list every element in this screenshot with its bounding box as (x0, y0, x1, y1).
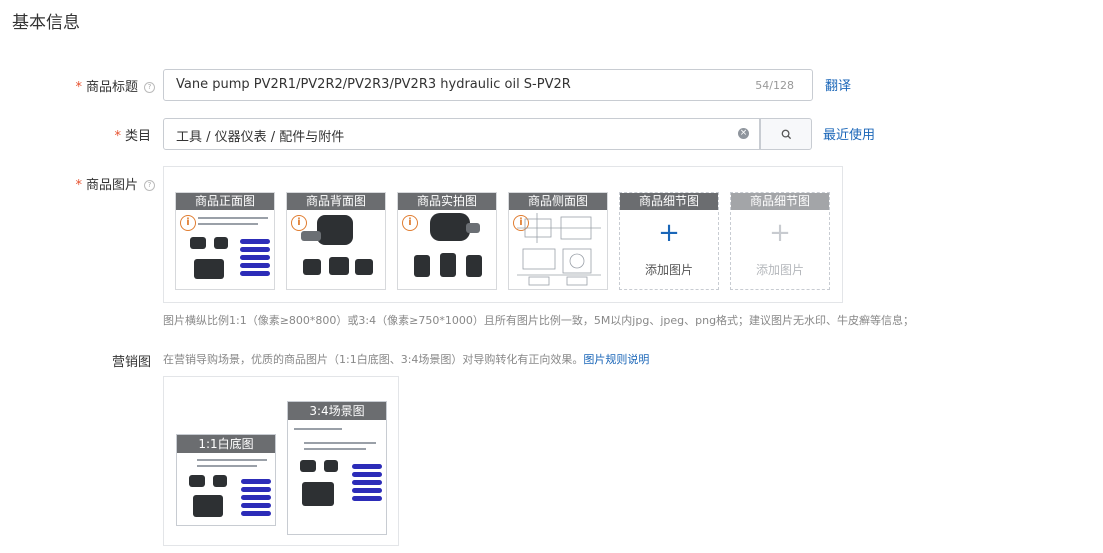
thumb-pill (352, 480, 382, 485)
pump-photo (440, 253, 456, 277)
title-label-text: 商品标题 (85, 80, 138, 95)
recent-used-link[interactable]: 最近使用 (823, 124, 875, 143)
thumb-pill (241, 495, 271, 500)
section-title: 基本信息 (12, 13, 80, 33)
required-mark: * (114, 129, 121, 144)
image-requirements-hint: 图片横纵比例1:1（像素≥800*800）或3:4（像素≥750*1000）且所… (163, 314, 915, 327)
add-image-label: 添加图片 (644, 263, 693, 277)
image-slot-detail-add[interactable]: 商品细节图 + 添加图片 (619, 192, 719, 290)
marketing-hint: 在营销导购场景，优质的商品图片（1:1白底图、3:4场景图）对导购转化有正向效果… (163, 351, 649, 367)
pump-photo (300, 460, 316, 472)
image-rules-link[interactable]: 图片规则说明 (583, 353, 649, 366)
translate-link[interactable]: 翻译 (825, 75, 851, 94)
thumb-pill (240, 239, 270, 244)
pump-photo (355, 259, 373, 275)
search-icon (781, 129, 791, 140)
title-label: * 商品标题? (60, 76, 155, 95)
thumb-pill (240, 255, 270, 260)
marketing-label: 营销图 (111, 355, 151, 370)
pump-photo (466, 223, 480, 233)
thumb-pill (241, 487, 271, 492)
plus-icon: + (658, 218, 680, 248)
thumb-pill (352, 464, 382, 469)
image-slot-front[interactable]: 商品正面图 i (175, 192, 275, 290)
pump-photo (194, 259, 224, 279)
category-search-button[interactable] (760, 118, 812, 150)
thumb-pill (352, 472, 382, 477)
thumb-text-line (304, 442, 376, 444)
slot-header: 商品细节图 (731, 193, 829, 210)
pump-photo (193, 495, 223, 517)
help-icon[interactable]: ? (144, 180, 155, 191)
pump-photo (301, 231, 321, 241)
title-input[interactable]: Vane pump PV2R1/PV2R2/PV2R3/PV2R3 hydrau… (163, 69, 813, 101)
image-slot-real[interactable]: 商品实拍图 i (397, 192, 497, 290)
thumb-pill (240, 263, 270, 268)
image-slot-side[interactable]: 商品侧面图 i (508, 192, 608, 290)
char-counter: 54/128 (755, 79, 794, 92)
slot-header: 商品实拍图 (398, 193, 496, 210)
pump-photo (214, 237, 228, 249)
add-image-label: 添加图片 (755, 263, 804, 277)
technical-drawing (517, 213, 601, 286)
title-input-value: Vane pump PV2R1/PV2R2/PV2R3/PV2R3 hydrau… (176, 77, 571, 92)
slot-header: 商品正面图 (176, 193, 274, 210)
thumb-text-line (304, 448, 366, 450)
pump-photo (302, 482, 334, 506)
category-label: * 类目 (60, 125, 151, 144)
thumb-text-line (197, 459, 267, 461)
image-slot-back[interactable]: 商品背面图 i (286, 192, 386, 290)
thumb-pill (352, 488, 382, 493)
category-value: 工具 / 仪器仪表 / 配件与附件 (176, 130, 345, 145)
slot-header: 商品背面图 (287, 193, 385, 210)
warning-icon[interactable]: i (291, 215, 307, 231)
required-mark: * (75, 80, 82, 95)
category-select[interactable]: 工具 / 仪器仪表 / 配件与附件 × (163, 118, 812, 150)
thumb-pill (240, 271, 270, 276)
pump-photo (190, 237, 206, 249)
marketing-slot-scene[interactable]: 3:4场景图 (287, 401, 387, 535)
thumb-pill (241, 511, 271, 516)
pump-photo (414, 255, 430, 277)
images-label: * 商品图片? (60, 174, 155, 193)
thumb-pill (352, 496, 382, 501)
thumb-text-line (197, 465, 257, 467)
slot-header: 3:4场景图 (288, 402, 386, 420)
warning-icon[interactable]: i (180, 215, 196, 231)
marketing-slot-white-bg[interactable]: 1:1白底图 (176, 434, 276, 526)
thumb-text-line (294, 428, 342, 430)
pump-photo (317, 215, 353, 245)
help-icon[interactable]: ? (144, 82, 155, 93)
pump-photo (303, 259, 321, 275)
thumb-pill (241, 479, 271, 484)
pump-photo (466, 255, 482, 277)
pump-photo (324, 460, 338, 472)
pump-photo (430, 213, 470, 241)
marketing-hint-text: 在营销导购场景，优质的商品图片（1:1白底图、3:4场景图）对导购转化有正向效果… (163, 353, 584, 366)
warning-icon[interactable]: i (402, 215, 418, 231)
thumb-text-line (198, 223, 258, 225)
image-slot-detail-disabled: 商品细节图 + 添加图片 (730, 192, 830, 290)
images-label-text: 商品图片 (85, 178, 138, 193)
slot-header: 1:1白底图 (177, 435, 275, 453)
product-images-panel: 商品正面图 i 商品背面图 i 商品实拍图 i 商品侧面图 i 商品细节图 + … (163, 166, 843, 303)
slot-header: 商品细节图 (620, 193, 718, 210)
pump-photo (189, 475, 205, 487)
thumb-text-line (198, 217, 268, 219)
slot-header: 商品侧面图 (509, 193, 607, 210)
required-mark: * (75, 178, 82, 193)
thumb-pill (240, 247, 270, 252)
plus-icon: + (769, 218, 791, 248)
marketing-images-panel: 1:1白底图 3:4场景图 (163, 376, 399, 546)
thumb-pill (241, 503, 271, 508)
pump-photo (329, 257, 349, 275)
category-label-text: 类目 (124, 129, 151, 144)
pump-photo (213, 475, 227, 487)
clear-icon[interactable]: × (738, 128, 749, 139)
